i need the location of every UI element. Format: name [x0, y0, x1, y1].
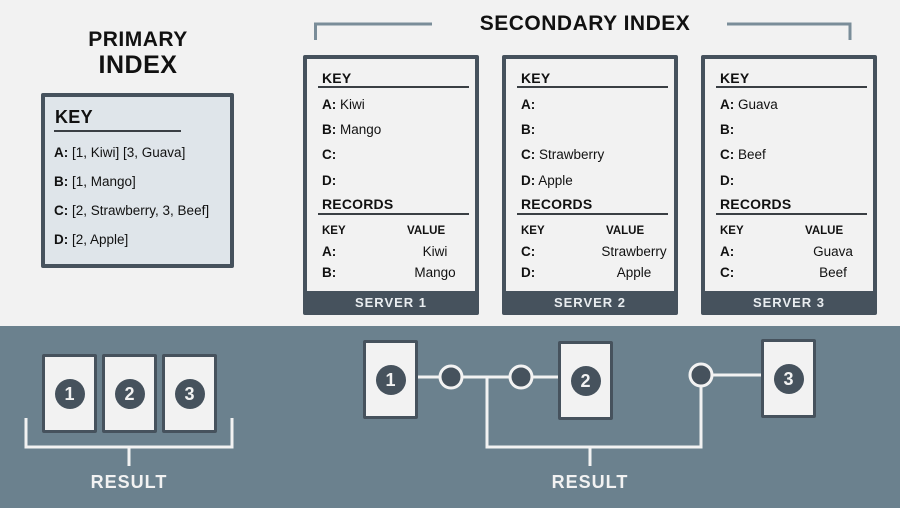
- secondary-result-label: RESULT: [551, 472, 629, 492]
- number-badge: 3: [174, 378, 205, 409]
- primary-result-label: RESULT: [90, 472, 168, 492]
- number-badge: 1: [375, 364, 406, 395]
- node-circle: [508, 364, 534, 390]
- secondary-result-card-3: 3: [761, 339, 816, 418]
- node-circle: [688, 362, 714, 388]
- secondary-result-card-1: 1: [363, 340, 418, 419]
- number-badge: 3: [773, 363, 804, 394]
- primary-result-card-1: 1: [42, 354, 97, 433]
- node-circle: [438, 364, 464, 390]
- number-badge: 2: [570, 365, 601, 396]
- number-badge: 1: [54, 378, 85, 409]
- primary-result-card-2: 2: [102, 354, 157, 433]
- number-badge: 2: [114, 378, 145, 409]
- primary-result-card-3: 3: [162, 354, 217, 433]
- secondary-result-card-2: 2: [558, 341, 613, 420]
